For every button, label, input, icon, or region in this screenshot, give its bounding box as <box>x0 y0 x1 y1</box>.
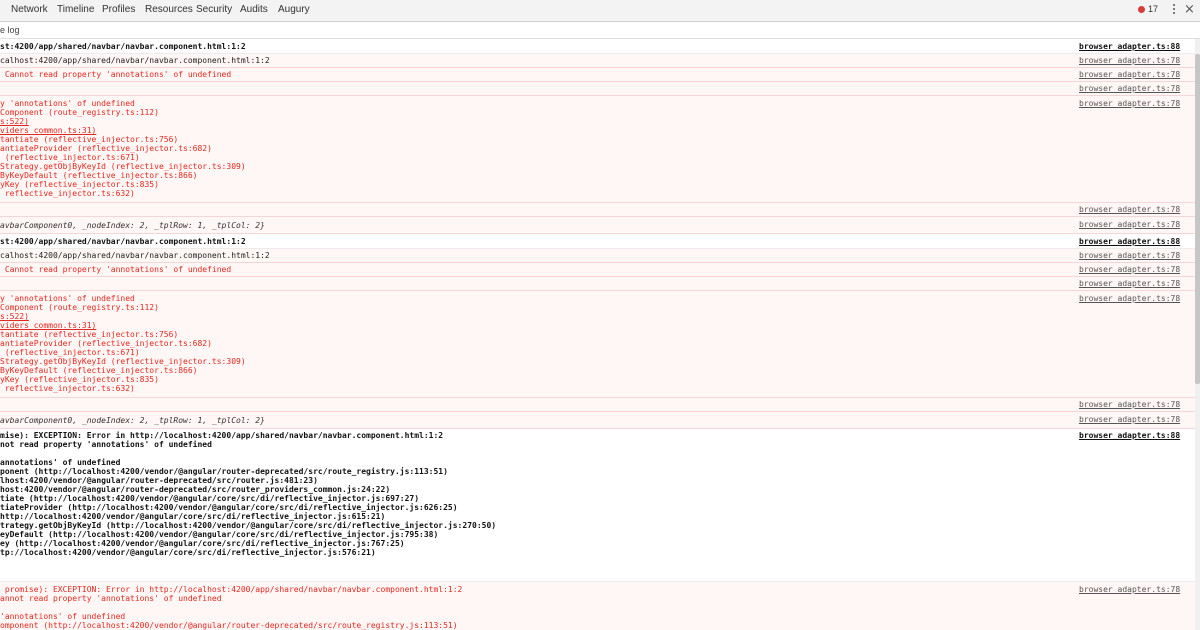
console-message: browser_adapter.ts:78 <box>0 398 1195 412</box>
console-message: browser_adapter.ts:78 <box>0 203 1195 217</box>
source-link[interactable]: browser_adapter.ts:78 <box>1079 251 1180 260</box>
message-line: st:4200/app/shared/navbar/navbar.compone… <box>0 42 246 51</box>
error-count-badge[interactable]: 17 <box>1138 4 1158 14</box>
tab-network[interactable]: Network <box>11 4 48 15</box>
tab-security[interactable]: Security <box>196 4 232 15</box>
close-icon[interactable]: × <box>1184 2 1195 17</box>
message-line[interactable]: ponent (http://localhost:4200/vendor/@an… <box>0 467 448 476</box>
message-line[interactable]: reflective_injector.ts:632) <box>0 189 135 198</box>
message-line: promise): EXCEPTION: Error in http://loc… <box>0 585 463 594</box>
message-line[interactable]: antiateProvider (reflective_injector.ts:… <box>0 144 212 153</box>
message-line[interactable]: antiateProvider (reflective_injector.ts:… <box>0 339 212 348</box>
message-line: calhost:4200/app/shared/navbar/navbar.co… <box>0 251 270 260</box>
message-line[interactable]: tantiate (reflective_injector.ts:756) <box>0 135 178 144</box>
console-message: browser_adapter.ts:78 <box>0 277 1195 291</box>
source-link[interactable]: browser_adapter.ts:88 <box>1079 237 1180 246</box>
message-line: Cannot read property 'annotations' of un… <box>0 265 232 274</box>
message-line[interactable]: yKey (reflective_injector.ts:835) <box>0 180 159 189</box>
message-line[interactable]: Strategy.getObjByKeyId (reflective_injec… <box>0 162 246 171</box>
console-message: Cannot read property 'annotations' of un… <box>0 263 1195 277</box>
tab-augury[interactable]: Augury <box>278 4 310 15</box>
devtools-toolbar: Network Timeline Profiles Resources Secu… <box>0 0 1200 22</box>
console-message: Cannot read property 'annotations' of un… <box>0 68 1195 82</box>
message-line[interactable]: s:522) <box>0 312 29 321</box>
source-link[interactable]: browser_adapter.ts:78 <box>1079 294 1180 303</box>
source-link[interactable]: browser_adapter.ts:78 <box>1079 279 1180 288</box>
error-icon <box>1138 6 1145 13</box>
message-line: y 'annotations' of undefined <box>0 294 135 303</box>
source-link[interactable]: browser_adapter.ts:78 <box>1079 70 1180 79</box>
console-message: calhost:4200/app/shared/navbar/navbar.co… <box>0 54 1195 68</box>
tab-profiles[interactable]: Profiles <box>102 4 135 15</box>
message-line[interactable]: tantiate (reflective_injector.ts:756) <box>0 330 178 339</box>
console-message: y 'annotations' of undefined Component (… <box>0 96 1195 203</box>
message-line[interactable]: Component (route_registry.ts:112) <box>0 303 159 312</box>
error-count: 17 <box>1148 4 1159 14</box>
console-message: promise): EXCEPTION: Error in http://loc… <box>0 582 1195 630</box>
tab-timeline[interactable]: Timeline <box>57 4 94 15</box>
message-line[interactable]: http://localhost:4200/vendor/@angular/co… <box>0 512 385 521</box>
message-line[interactable]: viders_common.ts:31) <box>0 126 96 135</box>
message-line[interactable]: ByKeyDefault (reflective_injector.ts:866… <box>0 366 197 375</box>
message-line: Cannot read property 'annotations' of un… <box>0 70 232 79</box>
message-line: annotations' of undefined <box>0 458 121 467</box>
source-link[interactable]: browser_adapter.ts:88 <box>1079 42 1180 51</box>
console-message: mise): EXCEPTION: Error in http://localh… <box>0 429 1195 582</box>
console-message: browser_adapter.ts:78 <box>0 82 1195 96</box>
message-line[interactable]: ey (http://localhost:4200/vendor/@angula… <box>0 539 405 548</box>
message-line: calhost:4200/app/shared/navbar/navbar.co… <box>0 56 270 65</box>
message-line: not read property 'annotations' of undef… <box>0 440 212 449</box>
source-link[interactable]: browser_adapter.ts:78 <box>1079 99 1180 108</box>
console-messages[interactable]: st:4200/app/shared/navbar/navbar.compone… <box>0 39 1195 630</box>
message-line[interactable]: tp://localhost:4200/vendor/@angular/core… <box>0 548 376 557</box>
message-line: st:4200/app/shared/navbar/navbar.compone… <box>0 237 246 246</box>
message-line[interactable]: yKey (reflective_injector.ts:835) <box>0 375 159 384</box>
message-line[interactable]: host:4200/vendor/@angular/router-depreca… <box>0 485 390 494</box>
console-message: calhost:4200/app/shared/navbar/navbar.co… <box>0 249 1195 263</box>
message-line: Component (route_registry.ts:112) <box>0 108 159 117</box>
message-line[interactable]: ByKeyDefault (reflective_injector.ts:866… <box>0 171 197 180</box>
source-link[interactable]: browser_adapter.ts:78 <box>1079 56 1180 65</box>
frame-name: Component (route_registry.ts:112) <box>0 108 159 117</box>
console-message: avbarComponent0, _nodeIndex: 2, _tplRow:… <box>0 412 1195 429</box>
source-link[interactable]: browser_adapter.ts:78 <box>1079 84 1180 93</box>
message-line[interactable]: avbarComponent0, _nodeIndex: 2, _tplRow:… <box>0 221 265 230</box>
console-message: st:4200/app/shared/navbar/navbar.compone… <box>0 234 1195 249</box>
message-line[interactable]: reflective_injector.ts:632) <box>0 384 135 393</box>
message-line: y 'annotations' of undefined <box>0 99 135 108</box>
console-message: st:4200/app/shared/navbar/navbar.compone… <box>0 39 1195 54</box>
source-link[interactable]: browser_adapter.ts:78 <box>1079 400 1180 409</box>
more-menu-icon[interactable] <box>1171 4 1177 16</box>
message-line[interactable]: tiate (http://localhost:4200/vendor/@ang… <box>0 494 419 503</box>
message-line[interactable]: omponent (http://localhost:4200/vendor/@… <box>0 621 458 630</box>
source-link[interactable]: browser_adapter.ts:78 <box>1079 205 1180 214</box>
message-line[interactable]: trategy.getObjByKeyId (http://localhost:… <box>0 521 496 530</box>
tab-audits[interactable]: Audits <box>240 4 268 15</box>
message-line: mise): EXCEPTION: Error in http://localh… <box>0 431 444 440</box>
tab-resources[interactable]: Resources <box>145 4 193 15</box>
message-line[interactable]: eyDefault (http://localhost:4200/vendor/… <box>0 530 438 539</box>
message-line[interactable]: tiateProvider (http://localhost:4200/ven… <box>0 503 458 512</box>
preserve-log-label[interactable]: e log <box>0 25 20 35</box>
console-options-bar: e log <box>0 22 1200 39</box>
message-line[interactable]: Strategy.getObjByKeyId (reflective_injec… <box>0 357 246 366</box>
source-link[interactable]: browser_adapter.ts:88 <box>1079 431 1180 440</box>
console-scrollbar[interactable] <box>1195 39 1200 630</box>
message-line[interactable]: (reflective_injector.ts:671) <box>0 153 140 162</box>
console-message: y 'annotations' of undefined Component (… <box>0 291 1195 398</box>
source-link[interactable]: browser_adapter.ts:78 <box>1079 265 1180 274</box>
source-link[interactable]: browser_adapter.ts:78 <box>1079 585 1180 594</box>
message-line: annot read property 'annotations' of und… <box>0 594 222 603</box>
message-line[interactable]: viders_common.ts:31) <box>0 321 96 330</box>
message-line[interactable]: (reflective_injector.ts:671) <box>0 348 140 357</box>
message-line[interactable]: s:522) <box>0 117 29 126</box>
console-message: avbarComponent0, _nodeIndex: 2, _tplRow:… <box>0 217 1195 234</box>
scrollbar-thumb[interactable] <box>1195 54 1200 384</box>
source-link[interactable]: browser_adapter.ts:78 <box>1079 415 1180 424</box>
message-line[interactable]: lhost:4200/vendor/@angular/router-deprec… <box>0 476 318 485</box>
message-line[interactable]: avbarComponent0, _nodeIndex: 2, _tplRow:… <box>0 416 265 425</box>
source-link[interactable]: browser_adapter.ts:78 <box>1079 220 1180 229</box>
message-line: 'annotations' of undefined <box>0 612 126 621</box>
